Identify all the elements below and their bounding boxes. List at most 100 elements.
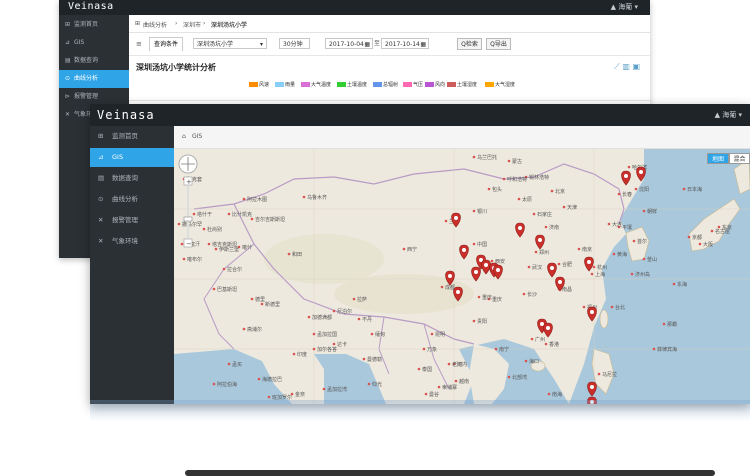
map-place-label: 西宁 [407, 246, 417, 253]
city-dot [352, 297, 356, 301]
map-place-label: 釜山 [647, 256, 657, 263]
city-dot [357, 317, 361, 321]
sidebar-item-chart[interactable]: ⊿ GIS [90, 148, 174, 167]
city-dot [632, 239, 636, 243]
station-select-value: 深圳汤坑小学 [197, 41, 234, 48]
sidebar-item-label: 监测首页 [74, 21, 99, 28]
zoom-slider-track[interactable] [187, 186, 189, 238]
legend-label: 风速 [259, 82, 270, 88]
sidebar-item-curve[interactable]: ⊙ 曲线分析 [90, 190, 174, 209]
legend-label: 土壤湿度 [457, 82, 478, 88]
sidebar-item-alarm[interactable]: ✕ 报警管理 [90, 211, 174, 230]
map-place-label: 济州岛 [635, 271, 650, 278]
city-dot [312, 332, 316, 336]
start-date-value: 2017-10-04 [329, 41, 364, 48]
front-brand-logo: Veinasa [97, 108, 155, 122]
city-dot [430, 332, 434, 336]
map-place-label: 重庆 [492, 296, 502, 303]
legend-item[interactable]: 雨量 [275, 81, 295, 89]
city-dot [250, 297, 254, 301]
sidebar-item-home[interactable]: ⊞ 监测首页 [90, 127, 174, 146]
export-button[interactable]: Q导出 [486, 38, 511, 50]
legend-item[interactable]: 大气湿度 [485, 81, 515, 89]
home-icon: ⊞ [98, 132, 104, 140]
tab-query-conditions[interactable]: 查询条件 [149, 37, 184, 51]
map-place-label: 比什凯克 [232, 211, 252, 218]
city-dot [454, 379, 458, 383]
breadcrumb-item[interactable]: 深圳市 [183, 20, 201, 29]
front-user-menu[interactable]: ▲ 海葡 ▾ [715, 110, 742, 120]
search-button[interactable]: Q检索 [457, 38, 482, 50]
legend-swatch [485, 82, 494, 87]
alarm-icon: ⊳ [65, 93, 71, 100]
city-dot [214, 247, 218, 251]
map-place-label: 巴基斯坦 [217, 286, 237, 293]
map-place-label: 孟加拉国 [317, 331, 337, 338]
map-place-label: 包头 [492, 186, 502, 193]
interval-select[interactable]: 30分钟 [279, 38, 310, 49]
map-place-label: 昆明 [435, 332, 445, 338]
map-place-label: 沈阳 [639, 186, 649, 193]
legend-item[interactable]: 风速 [249, 81, 269, 89]
sidebar-item-weather[interactable]: ✕ 气象环境 [90, 232, 174, 251]
map-place-label: 杭州 [597, 264, 607, 271]
line-chart-icon[interactable]: ⟋ [614, 62, 620, 71]
map-place-label: 台北 [615, 304, 625, 311]
end-date-input[interactable]: 2017-10-14 ▦ [381, 38, 429, 49]
gis-map[interactable]: 北京上海沈阳大连天津济南郑州西安成都重庆长沙南昌福州台北广州南宁昆明贵阳兰州银川… [174, 149, 750, 404]
back-topbar: Veinasa ▲ 海葡 ▾ [59, 0, 650, 15]
city-dot [627, 165, 631, 169]
map-place-label: 天津 [567, 204, 577, 211]
city-dot [260, 302, 264, 306]
restore-icon[interactable]: ▣ [632, 62, 640, 71]
curve-icon: ⊙ [65, 75, 71, 82]
zoom-slider-handle[interactable] [183, 216, 193, 222]
city-dot [212, 382, 216, 386]
sidebar-item-chart[interactable]: ⊿ GIS [59, 34, 129, 52]
legend-item[interactable]: 土壤温度 [337, 81, 367, 89]
sidebar-item-curve[interactable]: ⊙ 曲线分析 [59, 70, 129, 88]
legend-item[interactable]: 气压 [403, 81, 423, 89]
city-dot [444, 219, 448, 223]
city-dot [642, 209, 646, 213]
filter-menu-icon[interactable]: ≡ [136, 40, 142, 48]
legend-item[interactable]: 风向 [425, 81, 445, 89]
breadcrumb-item[interactable]: 曲线分析 [143, 20, 167, 29]
map-place-label: 泰国 [422, 366, 432, 373]
sidebar-item-data[interactable]: ▤ 数据查询 [90, 169, 174, 188]
map-place-label: 乌鲁木齐 [307, 194, 327, 201]
city-dot [530, 337, 534, 341]
map-place-label: 名古屋 [715, 228, 730, 235]
station-select[interactable]: 深圳汤坑小学 ▾ [193, 38, 267, 49]
legend-item[interactable]: 土壤湿度 [447, 81, 477, 89]
window-reflection [90, 400, 750, 422]
back-user-menu[interactable]: ▲ 海葡 ▾ [611, 2, 638, 12]
map-type-hybrid-button[interactable]: 混合 [729, 153, 750, 164]
weather-icon: ✕ [98, 237, 104, 245]
sidebar-item-data[interactable]: ▤ 数据查询 [59, 52, 129, 70]
map-place-label: 喀布尔 [187, 256, 202, 263]
bar-chart-icon[interactable]: ▥ [622, 62, 630, 71]
city-dot [437, 385, 441, 389]
start-date-input[interactable]: 2017-10-04 ▦ [325, 38, 373, 49]
legend-swatch [301, 82, 310, 87]
map-place-label: 济南 [549, 224, 559, 231]
legend-item[interactable]: 大气温度 [301, 81, 331, 89]
data-icon: ▤ [98, 174, 105, 182]
city-dot [610, 305, 614, 309]
map-type-road-button[interactable]: 地图 [707, 153, 729, 164]
sidebar-item-home[interactable]: ⊞ 监测首页 [59, 16, 129, 34]
map-place-label: 蒙古 [512, 158, 522, 165]
breadcrumb-home-icon[interactable]: ⊞ [135, 20, 140, 27]
city-dot [532, 212, 536, 216]
date-range-separator: 至 [374, 40, 381, 47]
map-canvas[interactable]: 北京上海沈阳大连天津济南郑州西安成都重庆长沙南昌福州台北广州南宁昆明贵阳兰州银川… [174, 149, 750, 404]
city-dot [332, 309, 336, 313]
city-dot [652, 347, 656, 351]
city-dot [592, 265, 596, 269]
map-place-label: 老挝 [452, 361, 462, 368]
legend-item[interactable]: 总辐射 [373, 81, 398, 89]
city-dot [662, 322, 666, 326]
city-dot [617, 192, 621, 196]
home-icon[interactable]: ⌂ [182, 133, 186, 140]
